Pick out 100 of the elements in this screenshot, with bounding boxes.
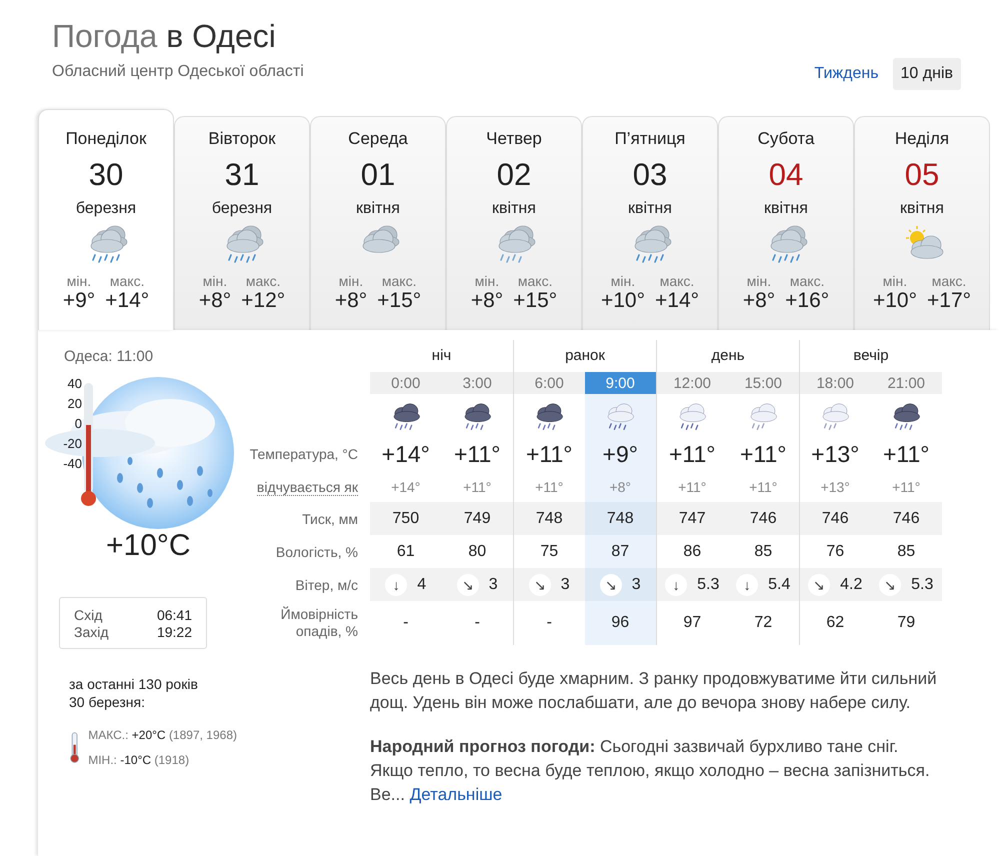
month-name: квітня xyxy=(355,200,401,218)
day-date: 03 xyxy=(632,157,668,193)
humidity-value: 76 xyxy=(826,542,844,560)
temperature-value: +11° xyxy=(454,440,500,468)
min-label: мін. xyxy=(202,273,228,289)
scale-label: 40 xyxy=(68,377,82,391)
scale-label: 0 xyxy=(74,417,82,431)
max-label: макс. xyxy=(790,273,824,289)
scale-label: -40 xyxy=(63,457,82,471)
hour-time[interactable]: 12:00 xyxy=(656,372,728,394)
day-date: 02 xyxy=(496,157,532,193)
month-name: квітня xyxy=(627,200,673,218)
max-label: макс. xyxy=(932,273,966,289)
sunrise-label: Схід xyxy=(74,607,104,624)
hour-time[interactable]: 18:00 xyxy=(799,372,870,394)
forecast-description: Весь день в Одесі буде хмарним. З ранку продовжуватиме йти сильний дощ. Удень він може послабшати, але до вечора знову набере силу. xyxy=(370,668,938,714)
period-tab[interactable]: 10 днів xyxy=(892,58,961,90)
temperature-value: +11° xyxy=(526,440,572,468)
day-date: 30 xyxy=(88,157,124,193)
day-date: 01 xyxy=(360,157,396,193)
day-tab[interactable]: Неділя 05 квітня мін. +10° макс. +17° xyxy=(854,116,990,330)
day-tab[interactable]: П’ятниця 03 квітня мін. +10° макс. +14° xyxy=(582,116,718,330)
min-label: мін. xyxy=(882,273,908,289)
wind-speed: 4 xyxy=(417,576,426,594)
max-temperature: +14° xyxy=(655,289,700,313)
temperature-value: +9° xyxy=(602,440,638,468)
weekday: Понеділок xyxy=(64,129,148,149)
weekday: П’ятниця xyxy=(614,129,686,149)
precipitation-value: - xyxy=(403,614,408,632)
row-label: Вітер, м/с xyxy=(295,576,358,592)
humidity-value: 87 xyxy=(611,542,630,560)
day-date: 05 xyxy=(904,157,940,193)
weekday: Неділя xyxy=(894,129,950,149)
feels-like-value: +11° xyxy=(463,479,492,495)
hour-time[interactable]: 15:00 xyxy=(728,372,799,394)
row-label: Вологість, % xyxy=(276,544,358,560)
folk-forecast: Народний прогноз погоди: Сьогодні зазвичай бурхливо тане сніг. Якщо тепло, то весна буде теплою, якщо холодно – весна запізниться. Ве... Детальніше xyxy=(370,736,931,806)
min-temperature: +8° xyxy=(334,289,368,313)
feels-like-value: +11° xyxy=(678,479,706,495)
sunset-label: Захід xyxy=(74,624,110,641)
precipitation-value: 96 xyxy=(611,614,630,632)
wind-direction: ↘ xyxy=(808,574,830,596)
day-tab[interactable]: Вівторок 31 березня мін. +8° макс. +12° xyxy=(174,116,310,330)
record-min-years: (1918) xyxy=(154,753,190,767)
period-name: день xyxy=(711,347,745,364)
day-tab[interactable]: Четвер 02 квітня мін. +8° макс. +15° xyxy=(446,116,582,330)
pressure-value: 746 xyxy=(822,510,849,528)
more-link[interactable]: Детальніше xyxy=(410,785,502,804)
wind-direction: ↘ xyxy=(528,574,551,596)
hour-time[interactable]: 9:00 xyxy=(584,372,656,394)
min-temperature: +8° xyxy=(742,289,776,313)
day-date: 04 xyxy=(768,157,804,193)
precipitation-value: - xyxy=(474,614,480,632)
wind-speed: 5.3 xyxy=(911,576,934,594)
precipitation-value: 62 xyxy=(826,614,844,632)
max-temperature: +15° xyxy=(377,289,422,313)
max-label: макс. xyxy=(246,273,280,289)
wind-speed: 3 xyxy=(488,576,498,594)
record-max-years: (1897, 1968) xyxy=(168,728,237,742)
pressure-value: 747 xyxy=(678,510,706,528)
hour-time[interactable]: 0:00 xyxy=(370,372,442,394)
day-tab[interactable]: Субота 04 квітня мін. +8° макс. +16° xyxy=(718,116,854,330)
month-name: березня xyxy=(210,200,274,218)
wind-direction: ↘ xyxy=(456,574,479,596)
pressure-value: 746 xyxy=(892,510,920,528)
min-temperature: +8° xyxy=(198,289,232,313)
wind-speed: 4.2 xyxy=(840,576,862,594)
hour-time[interactable]: 3:00 xyxy=(442,372,513,394)
max-temperature: +17° xyxy=(927,289,972,313)
humidity-value: 85 xyxy=(754,542,772,560)
period-tab[interactable]: Тиждень xyxy=(806,58,887,90)
thermometer-bulb xyxy=(81,491,96,506)
max-label: макс. xyxy=(518,273,552,289)
row-label: Тиск, мм xyxy=(302,510,358,526)
row-label: Температура, °C xyxy=(250,446,358,462)
region-subtitle: Обласний центр Одеської області xyxy=(52,63,304,81)
history-title: за останні 130 років xyxy=(69,675,199,693)
hour-time[interactable]: 6:00 xyxy=(513,372,584,394)
max-temperature: +15° xyxy=(513,289,558,313)
day-tab[interactable]: Понеділок 30 березня мін. +9° макс. +14° xyxy=(38,109,174,330)
wind-speed: 3 xyxy=(632,576,641,594)
max-label: макс. xyxy=(660,273,694,289)
min-temperature: +10° xyxy=(600,289,645,313)
day-tab[interactable]: Середа 01 квітня мін. +8° макс. +15° xyxy=(310,116,446,330)
humidity-value: 75 xyxy=(540,542,558,560)
scale-label: 20 xyxy=(68,397,82,411)
history-date: 30 березня: xyxy=(69,693,146,711)
weekday: Четвер xyxy=(485,129,543,149)
hour-time[interactable]: 21:00 xyxy=(870,372,942,394)
day-date: 31 xyxy=(224,157,260,193)
record-max-label: МАКС.: xyxy=(88,728,128,742)
row-label: Ймовірність опадів, % xyxy=(280,606,358,640)
weekday: Середа xyxy=(347,129,409,149)
max-temperature: +16° xyxy=(785,289,830,313)
temperature-value: +14° xyxy=(382,440,430,468)
wind-direction: ↓ xyxy=(665,574,688,596)
wind-direction: ↓ xyxy=(385,574,408,596)
feels-like-value: +11° xyxy=(749,479,778,495)
min-temperature: +9° xyxy=(62,289,96,313)
month-name: квітня xyxy=(763,200,809,218)
